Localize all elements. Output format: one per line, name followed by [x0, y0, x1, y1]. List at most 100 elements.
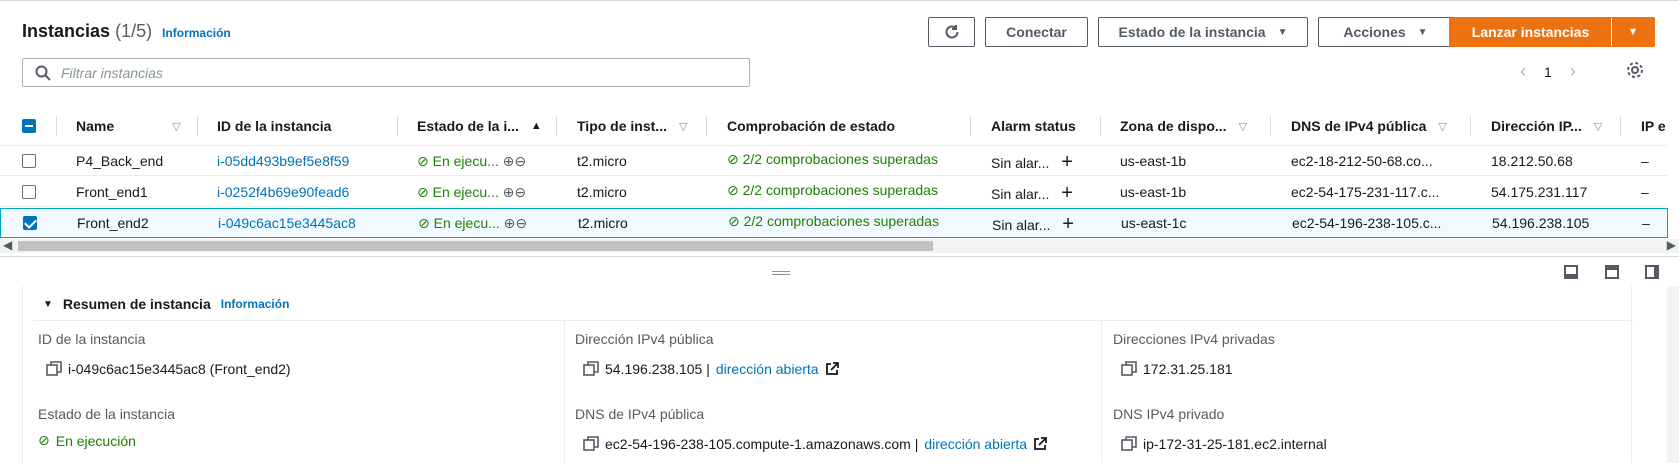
title-text: Instancias	[22, 21, 111, 41]
scroll-right-icon[interactable]: ▶	[1667, 238, 1676, 252]
summary-header[interactable]: ▼ Resumen de instancia Información	[43, 296, 289, 312]
instances-table: Name ▽ ID de la instancia Estado de la i.…	[0, 106, 1668, 238]
instance-id-value: i-049c6ac15e3445ac8 (Front_end2)	[46, 361, 291, 377]
cell-ipe: –	[1641, 153, 1649, 169]
instance-state-value: ⊘ En ejecución	[38, 432, 136, 449]
check-text: 2/2 comprobaciones superadas	[743, 213, 939, 229]
open-address-link[interactable]: dirección abierta	[924, 436, 1027, 452]
caret-down-icon: ▼	[1277, 26, 1288, 38]
drag-handle-icon[interactable]	[772, 271, 790, 275]
page-number[interactable]: 1	[1544, 64, 1552, 80]
col-id[interactable]: ID de la instancia	[217, 118, 331, 134]
col-check[interactable]: Comprobación de estado	[727, 118, 895, 134]
col-zone[interactable]: Zona de dispo... ▽	[1120, 118, 1247, 134]
split-side-icon[interactable]	[1645, 265, 1659, 279]
copy-icon[interactable]	[46, 361, 62, 377]
zoom-out-icon[interactable]: ⊖	[515, 215, 527, 231]
cell-check[interactable]: ⊘ 2/2 comprobaciones superadas	[727, 151, 938, 168]
cell-state: ⊘ En ejecu... ⊕⊖	[417, 153, 526, 170]
alarm-text: Sin alar...	[992, 217, 1051, 233]
row-checkbox[interactable]	[22, 154, 36, 168]
instances-panel: Instancias (1/5) Información Conectar Es…	[0, 0, 1679, 256]
col-state[interactable]: Estado de la i... ▲	[417, 118, 542, 134]
scrollbar-thumb[interactable]	[18, 241, 933, 251]
table-row[interactable]: Front_end1 i-0252f4b69e90fead6 ⊘ En ejec…	[0, 177, 1668, 207]
cell-id[interactable]: i-05dd493b9ef5e8f59	[217, 153, 349, 169]
add-alarm-icon[interactable]: +	[1062, 213, 1074, 235]
check-text: 2/2 comprobaciones superadas	[742, 151, 938, 167]
info-link[interactable]: Información	[162, 26, 231, 40]
refresh-button[interactable]	[928, 17, 975, 47]
check-text: 2/2 comprobaciones superadas	[742, 182, 938, 198]
private-ip-label: Direcciones IPv4 privadas	[1113, 331, 1275, 347]
copy-icon[interactable]	[1121, 361, 1137, 377]
col-dns[interactable]: DNS de IPv4 pública ▽	[1291, 118, 1447, 134]
copy-icon[interactable]	[583, 361, 599, 377]
sort-asc-icon: ▲	[530, 120, 542, 132]
launch-dropdown-icon[interactable]: ▼	[1612, 18, 1654, 46]
chevron-right-icon[interactable]: ›	[1570, 61, 1576, 82]
zoom-in-icon[interactable]: ⊕	[503, 153, 515, 169]
split-bottom-icon[interactable]	[1564, 265, 1578, 279]
add-alarm-icon[interactable]: +	[1061, 182, 1073, 204]
col-ip[interactable]: Dirección IP... ▽	[1491, 118, 1602, 134]
table-row-selected[interactable]: Front_end2 i-049c6ac15e3445ac8 ⊘ En ejec…	[0, 208, 1668, 238]
cell-zone: us-east-1c	[1121, 215, 1187, 231]
cell-name: P4_Back_end	[76, 153, 164, 169]
instance-state-button[interactable]: Estado de la instancia ▼	[1098, 17, 1308, 47]
open-address-link[interactable]: dirección abierta	[716, 361, 819, 377]
copy-icon[interactable]	[1121, 436, 1137, 452]
col-name[interactable]: Name ▽	[76, 118, 181, 134]
cell-zone: us-east-1b	[1120, 153, 1187, 169]
zoom-out-icon[interactable]: ⊖	[514, 153, 526, 169]
cell-alarm: Sin alar... +	[991, 182, 1073, 205]
cell-check[interactable]: ⊘ 2/2 comprobaciones superadas	[728, 213, 939, 230]
row-checkbox[interactable]	[22, 185, 36, 199]
cell-id[interactable]: i-0252f4b69e90fead6	[217, 184, 349, 200]
col-type[interactable]: Tipo de inst... ▽	[577, 118, 687, 134]
cell-state: ⊘ En ejecu... ⊕⊖	[417, 184, 526, 201]
col-ipe-label: IP e	[1641, 118, 1666, 134]
summary-info-link[interactable]: Información	[221, 297, 290, 311]
zoom-in-icon[interactable]: ⊕	[503, 184, 515, 200]
panel-splitter[interactable]	[0, 256, 1679, 286]
zoom-out-icon[interactable]: ⊖	[514, 184, 526, 200]
col-ipe[interactable]: IP e	[1641, 118, 1666, 134]
caret-down-icon[interactable]: ▼	[43, 299, 53, 310]
table-row[interactable]: P4_Back_end i-05dd493b9ef5e8f59 ⊘ En eje…	[0, 146, 1668, 176]
chevron-left-icon[interactable]: ‹	[1520, 61, 1526, 82]
split-top-icon[interactable]	[1605, 265, 1619, 279]
scroll-left-icon[interactable]: ◀	[3, 238, 12, 252]
select-all-checkbox[interactable]	[22, 119, 36, 133]
cell-name: Front_end1	[76, 184, 148, 200]
col-id-label: ID de la instancia	[217, 118, 332, 134]
sort-icon: ▽	[1593, 120, 1603, 133]
row-checkbox[interactable]	[23, 216, 37, 230]
filter-input[interactable]: Filtrar instancias	[22, 58, 750, 87]
cell-check[interactable]: ⊘ 2/2 comprobaciones superadas	[727, 182, 938, 199]
zoom-in-icon[interactable]: ⊕	[504, 215, 516, 231]
connect-button[interactable]: Conectar	[985, 17, 1088, 47]
cell-ipe: –	[1641, 184, 1649, 200]
vertical-scrollbar[interactable]	[1667, 286, 1679, 463]
cell-id[interactable]: i-049c6ac15e3445ac8	[218, 215, 356, 231]
copy-icon[interactable]	[583, 436, 599, 452]
cell-name: Front_end2	[77, 215, 149, 231]
col-alarm-label: Alarm status	[991, 118, 1076, 134]
launch-instances-button[interactable]: Lanzar instancias ▼	[1449, 17, 1655, 47]
horizontal-scrollbar[interactable]: ◀ ▶	[0, 238, 1679, 253]
col-alarm[interactable]: Alarm status	[991, 118, 1076, 134]
external-link-icon[interactable]	[825, 362, 839, 376]
launch-label[interactable]: Lanzar instancias	[1450, 18, 1612, 46]
state-text: En ejecu...	[432, 184, 499, 200]
col-ip-label: Dirección IP...	[1491, 118, 1582, 134]
check-circle-icon: ⊘	[38, 432, 50, 448]
state-text: En ejecu...	[433, 215, 500, 231]
check-circle-icon: ⊘	[727, 151, 739, 167]
external-link-icon[interactable]	[1033, 437, 1047, 451]
add-alarm-icon[interactable]: +	[1061, 151, 1073, 173]
actions-button[interactable]: Acciones ▼	[1318, 17, 1453, 47]
sort-icon: ▽	[1438, 120, 1447, 133]
selection-count: (1/5)	[115, 21, 153, 41]
gear-icon[interactable]	[1626, 61, 1644, 82]
